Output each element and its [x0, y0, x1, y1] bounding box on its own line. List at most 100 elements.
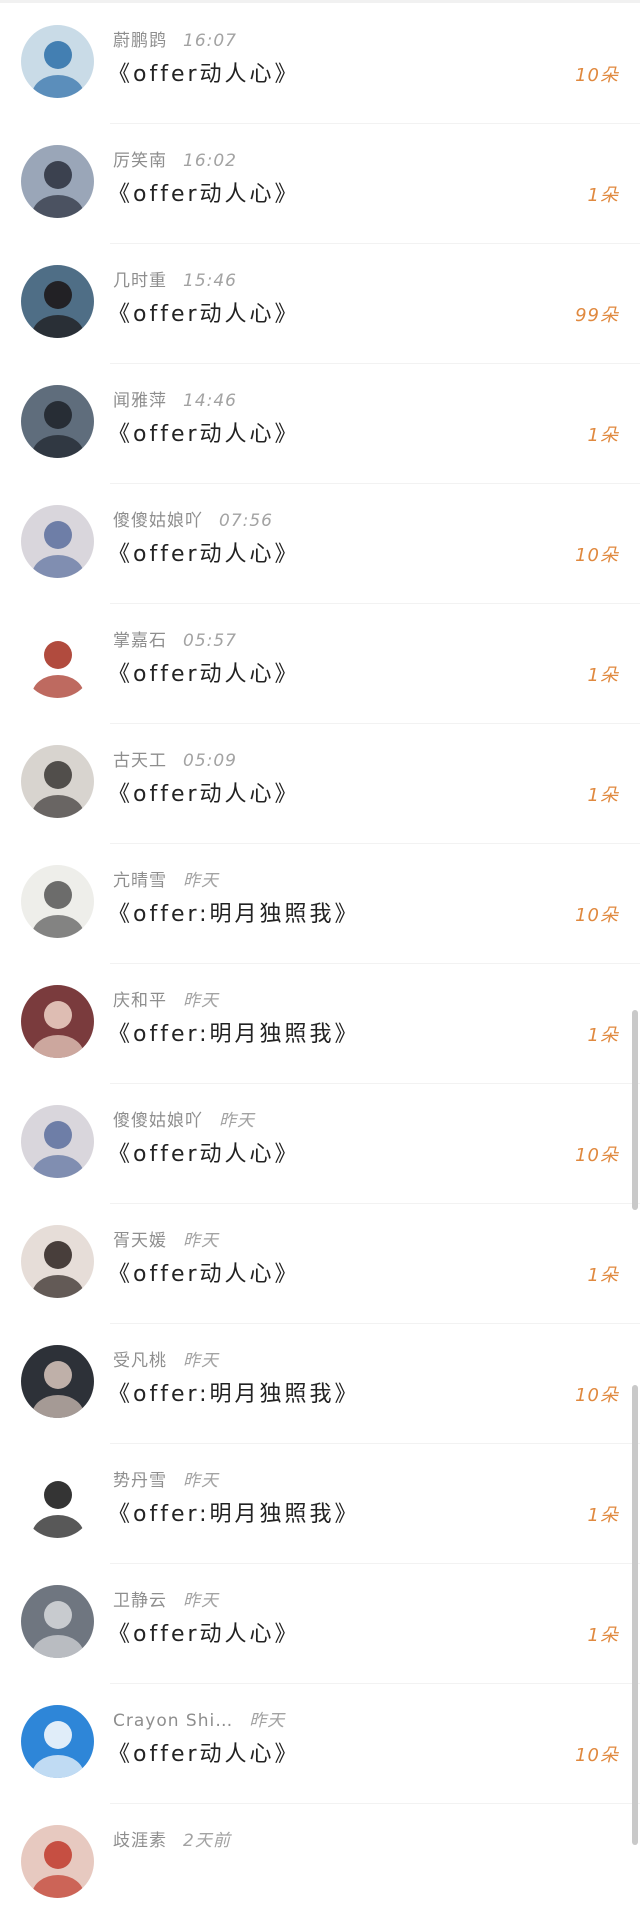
avatar-beach-figure[interactable]	[21, 745, 94, 818]
send-time: 昨天	[183, 991, 219, 1011]
avatar-girl-heart[interactable]	[21, 505, 94, 578]
sender-meta: 几时重 15:46	[113, 266, 237, 291]
gift-record-row[interactable]: 傻傻姑娘吖 07:56 《offer动人心》 10朵	[0, 484, 640, 604]
avatar-girl-heart[interactable]	[21, 1105, 94, 1178]
sender-meta: 傻傻姑娘吖 07:56	[113, 506, 273, 531]
sender-name[interactable]: 掌嘉石	[113, 631, 167, 651]
avatar-girl-blue-hair[interactable]	[21, 25, 94, 98]
avatar-girl-portrait[interactable]	[21, 1225, 94, 1298]
gift-record-row[interactable]: 卫静云 昨天 《offer动人心》 1朵	[0, 1564, 640, 1684]
send-time: 05:57	[183, 631, 237, 651]
flower-count: 10朵	[575, 545, 619, 566]
gift-record-row[interactable]: 歧涯素 2天前	[0, 1804, 640, 1924]
send-time: 07:56	[219, 511, 273, 531]
gift-title: 《offer动人心》	[108, 1622, 300, 1647]
avatar-dark-portrait[interactable]	[21, 385, 94, 458]
send-time: 14:46	[183, 391, 237, 411]
flower-count: 1朵	[587, 665, 619, 686]
flower-count: 1朵	[587, 785, 619, 806]
avatar-anime-girl[interactable]	[21, 265, 94, 338]
sender-name[interactable]: 受凡桃	[113, 1351, 167, 1371]
avatar-grey-hair-anime[interactable]	[21, 1585, 94, 1658]
gift-title: 《offer动人心》	[108, 1262, 300, 1287]
sender-meta: 庆和平 昨天	[113, 986, 219, 1011]
sender-name[interactable]: 蔚鹏鹍	[113, 31, 167, 51]
sender-meta: 傻傻姑娘吖 昨天	[113, 1106, 255, 1131]
gift-record-row[interactable]: 掌嘉石 05:57 《offer动人心》 1朵	[0, 604, 640, 724]
avatar-woman-red-hair[interactable]	[21, 985, 94, 1058]
send-time: 昨天	[249, 1711, 286, 1731]
gift-title: 《offer动人心》	[108, 662, 300, 687]
avatar-dark-boy[interactable]	[21, 1345, 94, 1418]
top-divider	[0, 0, 640, 3]
gift-title: 《offer:明月独照我》	[108, 1382, 360, 1407]
sender-meta: 势丹雪 昨天	[113, 1466, 219, 1491]
flower-count: 10朵	[575, 905, 619, 926]
flower-count: 10朵	[575, 1385, 619, 1406]
sender-name[interactable]: 歧涯素	[113, 1831, 167, 1851]
send-time: 昨天	[183, 1351, 219, 1371]
sender-name[interactable]: 几时重	[113, 271, 167, 291]
flower-count: 1朵	[587, 1265, 619, 1286]
send-time: 昨天	[219, 1111, 255, 1131]
send-time: 昨天	[183, 1231, 219, 1251]
gift-record-row[interactable]: 庆和平 昨天《offer:明月独照我》 1朵	[0, 964, 640, 1084]
gift-record-row[interactable]: 古天工 05:09 《offer动人心》 1朵	[0, 724, 640, 844]
sender-name[interactable]: 闻雅萍	[113, 391, 167, 411]
gift-record-list[interactable]: 蔚鹏鹍 16:07 《offer动人心》 10朵 厉笑南 16:02 《offer动人心》 1…	[0, 4, 640, 1924]
scrollbar-track-lower[interactable]	[632, 1385, 638, 1845]
gift-record-row[interactable]: 厉笑南 16:02 《offer动人心》 1朵	[0, 124, 640, 244]
sender-name[interactable]: 厉笑南	[113, 151, 167, 171]
sender-name[interactable]: 势丹雪	[113, 1471, 167, 1491]
gift-record-row[interactable]: 闻雅萍 14:46 《offer动人心》 1朵	[0, 364, 640, 484]
flower-count: 1朵	[587, 185, 619, 206]
scrollbar-thumb[interactable]	[632, 1010, 638, 1210]
avatar-fu-character[interactable]	[21, 625, 94, 698]
gift-title: 《offer:明月独照我》	[108, 1022, 360, 1047]
gift-record-row[interactable]: 傻傻姑娘吖 昨天《offer动人心》 10朵	[0, 1084, 640, 1204]
sender-name[interactable]: 卫静云	[113, 1591, 167, 1611]
flower-count: 1朵	[587, 1625, 619, 1646]
gift-record-row[interactable]: 蔚鹏鹍 16:07 《offer动人心》 10朵	[0, 4, 640, 124]
flower-count: 99朵	[575, 305, 619, 326]
gift-record-row[interactable]: Crayon Shi… 昨天 《offer动人心》 10朵	[0, 1684, 640, 1804]
avatar-cartoon-doodle[interactable]	[21, 1465, 94, 1538]
gift-record-row[interactable]: 几时重 15:46 《offer动人心》 99朵	[0, 244, 640, 364]
gift-record-row[interactable]: 势丹雪 昨天 《offer:明月独照我》 1朵	[0, 1444, 640, 1564]
sender-meta: Crayon Shi… 昨天	[113, 1706, 285, 1731]
send-time: 05:09	[183, 751, 237, 771]
gift-record-row[interactable]: 受凡桃 昨天《offer:明月独照我》 10朵	[0, 1324, 640, 1444]
gift-record-row[interactable]: 胥天媛 昨天《offer动人心》 1朵	[0, 1204, 640, 1324]
sender-meta: 亢晴雪 昨天	[113, 866, 219, 891]
gift-title: 《offer动人心》	[108, 782, 300, 807]
sender-name[interactable]: 庆和平	[113, 991, 167, 1011]
send-time: 昨天	[183, 871, 219, 891]
flower-count: 10朵	[575, 1145, 619, 1166]
gift-title: 《offer动人心》	[108, 542, 300, 567]
gift-record-row[interactable]: 亢晴雪 昨天《offer:明月独照我》 10朵	[0, 844, 640, 964]
sender-name[interactable]: 傻傻姑娘吖	[113, 511, 203, 531]
send-time: 昨天	[183, 1471, 219, 1491]
flower-count: 1朵	[587, 425, 619, 446]
sender-meta: 歧涯素 2天前	[113, 1826, 231, 1851]
avatar-crayon-shin-chan[interactable]	[21, 1705, 94, 1778]
gift-title: 《offer动人心》	[108, 62, 300, 87]
gift-title: 《offer动人心》	[108, 1142, 300, 1167]
sender-name[interactable]: 胥天媛	[113, 1231, 167, 1251]
gift-title: 《offer:明月独照我》	[108, 902, 360, 927]
flower-count: 10朵	[575, 65, 619, 86]
avatar-partial[interactable]	[21, 1825, 94, 1898]
sender-name[interactable]: 亢晴雪	[113, 871, 167, 891]
sender-name[interactable]: 傻傻姑娘吖	[113, 1111, 203, 1131]
sender-name[interactable]: 古天工	[113, 751, 167, 771]
avatar-man-photo[interactable]	[21, 145, 94, 218]
gift-title: 《offer动人心》	[108, 302, 300, 327]
flower-count: 1朵	[587, 1505, 619, 1526]
sender-name[interactable]: Crayon Shi…	[113, 1711, 233, 1731]
sender-meta: 古天工 05:09	[113, 746, 237, 771]
sender-meta: 掌嘉石 05:57	[113, 626, 237, 651]
avatar-ink-painting[interactable]	[21, 865, 94, 938]
send-time: 2天前	[183, 1831, 231, 1851]
send-time: 15:46	[183, 271, 237, 291]
flower-count: 1朵	[587, 1025, 619, 1046]
